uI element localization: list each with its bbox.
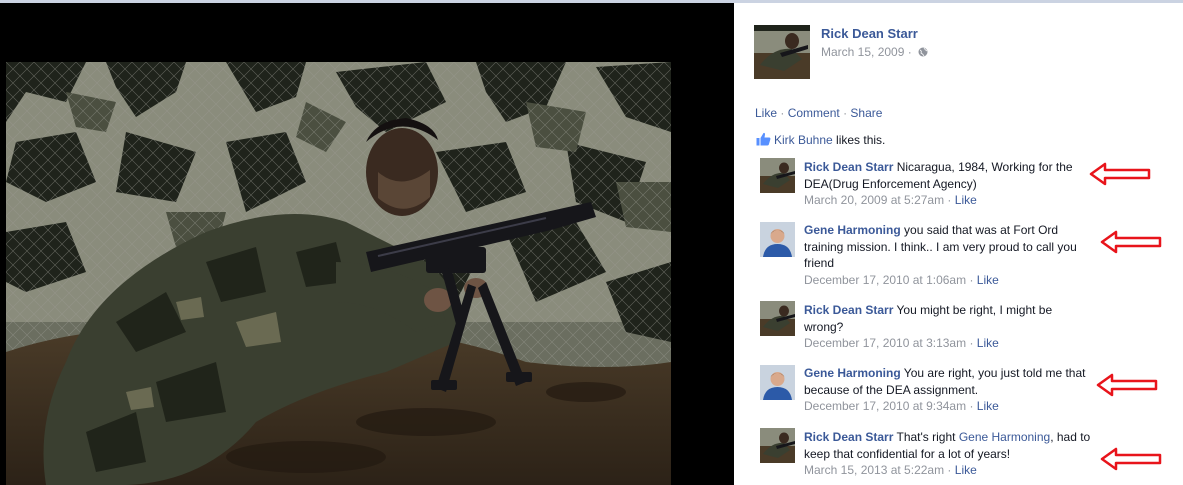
liker-name[interactable]: Kirk Buhne	[774, 133, 833, 147]
comment-meta-separator: ·	[944, 193, 955, 207]
comment-avatar[interactable]	[760, 222, 795, 257]
post-timestamp[interactable]: March 15, 2009	[821, 45, 904, 59]
annotation-arrow-icon	[1100, 447, 1162, 471]
post-date: March 15, 2009 ·	[821, 45, 928, 59]
likes-summary: Kirk Buhne likes this.	[756, 132, 885, 147]
action-separator: ·	[843, 106, 848, 120]
comment-timestamp[interactable]: March 20, 2009 at 5:27am	[804, 193, 944, 207]
avatar-image	[760, 301, 795, 336]
comment-avatar[interactable]	[760, 301, 795, 336]
post-panel: Rick Dean Starr March 15, 2009 · Like · …	[734, 3, 1183, 485]
comment-avatar[interactable]	[760, 365, 795, 400]
comment-item: Gene Harmoning You are right, you just t…	[804, 365, 1094, 415]
annotation-arrow-icon	[1096, 373, 1158, 397]
date-separator: ·	[907, 45, 912, 59]
annotation-arrow-icon	[1089, 162, 1151, 186]
comment-author[interactable]: Rick Dean Starr	[804, 160, 893, 174]
comment-item: Gene Harmoning you said that was at Fort…	[804, 222, 1094, 288]
comment-timestamp[interactable]: December 17, 2010 at 1:06am	[804, 273, 966, 287]
comment-like-link[interactable]: Like	[977, 399, 999, 413]
comment-author[interactable]: Gene Harmoning	[804, 223, 901, 237]
avatar-image	[754, 25, 810, 79]
action-separator: ·	[780, 106, 785, 120]
comment-item: Rick Dean Starr You might be right, I mi…	[804, 302, 1094, 352]
comment-author[interactable]: Rick Dean Starr	[804, 430, 893, 444]
comment-meta-separator: ·	[966, 399, 977, 413]
comment-meta-separator: ·	[966, 336, 977, 350]
comment-author[interactable]: Gene Harmoning	[804, 366, 901, 380]
globe-icon[interactable]	[918, 47, 928, 57]
comment-like-link[interactable]: Like	[977, 273, 999, 287]
photo[interactable]	[6, 62, 671, 485]
comment-timestamp[interactable]: December 17, 2010 at 3:13am	[804, 336, 966, 350]
post-author[interactable]: Rick Dean Starr	[821, 26, 918, 41]
comment-timestamp[interactable]: March 15, 2013 at 5:22am	[804, 463, 944, 477]
share-link[interactable]: Share	[850, 106, 882, 120]
photo-viewer	[0, 3, 734, 485]
comment-like-link[interactable]: Like	[955, 463, 977, 477]
comment-mention[interactable]: Gene Harmoning	[959, 430, 1050, 444]
comment-like-link[interactable]: Like	[977, 336, 999, 350]
thumbs-up-icon	[756, 132, 771, 146]
comment-meta-separator: ·	[966, 272, 977, 287]
author-avatar[interactable]	[754, 25, 810, 79]
comment-like-link[interactable]: Like	[955, 193, 977, 207]
comment-item: Rick Dean Starr That's right Gene Harmon…	[804, 429, 1094, 479]
avatar-image	[760, 158, 795, 193]
comment-author[interactable]: Rick Dean Starr	[804, 303, 893, 317]
comment-link[interactable]: Comment	[788, 106, 840, 120]
comment-item: Rick Dean Starr Nicaragua, 1984, Working…	[804, 159, 1094, 209]
comment-avatar[interactable]	[760, 428, 795, 463]
avatar-image	[760, 222, 795, 257]
avatar-image	[760, 365, 795, 400]
photo-image	[6, 62, 671, 485]
annotation-arrow-icon	[1100, 230, 1162, 254]
like-link[interactable]: Like	[755, 106, 777, 120]
comment-meta-separator: ·	[944, 463, 955, 477]
post-actions: Like · Comment · Share	[755, 106, 882, 120]
avatar-image	[760, 428, 795, 463]
comment-avatar[interactable]	[760, 158, 795, 193]
comment-timestamp[interactable]: December 17, 2010 at 9:34am	[804, 399, 966, 413]
comment-text: That's right	[893, 430, 959, 444]
likes-suffix: likes this.	[832, 133, 886, 147]
